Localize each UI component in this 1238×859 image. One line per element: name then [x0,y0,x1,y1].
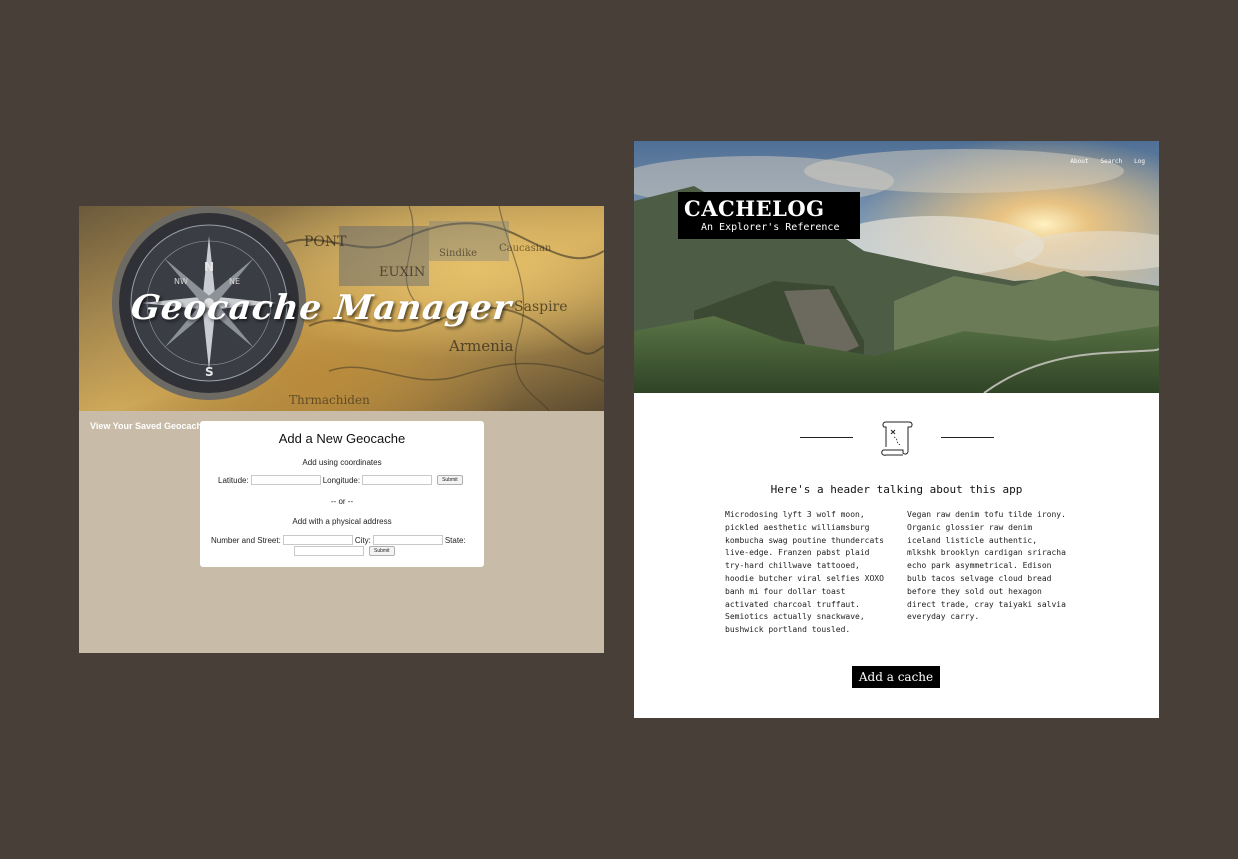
svg-text:S: S [205,365,214,379]
svg-text:Thrmachiden: Thrmachiden [289,393,370,407]
logo-title: CACHELOG [684,196,825,221]
svg-text:Sindike: Sindike [439,248,477,259]
svg-text:NW: NW [174,277,188,286]
coordinates-row: Latitude: Longitude: Submit [218,475,463,485]
view-saved-geocaches-link[interactable]: View Your Saved Geocaches [90,421,212,431]
zip-input[interactable] [294,546,364,556]
section-header: Here's a header talking about this app [770,483,1023,496]
street-input[interactable] [282,535,353,545]
state-label: State: [444,535,466,545]
svg-text:Saspire: Saspire [514,299,568,315]
form-title: Add a New Geocache [278,431,406,446]
hero-banner: PONT EUXIN Saspire Armenia Caucasian Sin… [79,206,604,411]
address-row: Number and Street: City: State: [211,535,466,545]
logo-subtitle: An Explorer's Reference [701,222,840,233]
submit-coordinates-button[interactable]: Submit [437,475,463,485]
address-row-2: Submit [292,546,395,556]
divider-left [800,437,853,438]
coords-subtitle: Add using coordinates [302,458,382,467]
latitude-input[interactable] [250,475,321,485]
text-column-left: Microdosing lyft 3 wolf moon, pickled ae… [725,510,884,635]
logo-box[interactable]: CACHELOG An Explorer's Reference [678,192,860,239]
or-separator: -- or -- [330,497,354,506]
svg-text:Armenia: Armenia [448,337,514,355]
add-cache-button[interactable]: Add a cache [852,666,940,688]
text-column-right: Vegan raw denim tofu tilde irony. Organi… [907,510,1066,622]
longitude-input[interactable] [362,475,433,485]
submit-address-button[interactable]: Submit [369,546,395,556]
mountain-landscape-image [634,141,1159,393]
svg-text:EUXIN: EUXIN [379,265,425,280]
divider-right [941,437,994,438]
city-input[interactable] [372,535,443,545]
landscape-hero: About Search Log CACHELOG An Explorer's … [634,141,1159,393]
address-subtitle: Add with a physical address [292,517,392,526]
svg-text:N: N [204,260,214,274]
latitude-label: Latitude: [218,475,249,485]
nav-search[interactable]: Search [1100,158,1122,165]
top-nav: About Search Log [1070,158,1145,165]
longitude-label: Longitude: [322,475,361,485]
treasure-map-scroll-icon [881,421,913,456]
street-label: Number and Street: [211,535,281,545]
svg-text:PONT: PONT [304,234,347,250]
nav-about[interactable]: About [1070,158,1088,165]
nav-log[interactable]: Log [1134,158,1145,165]
svg-text:NE: NE [229,277,240,286]
svg-text:Caucasian: Caucasian [499,243,552,254]
app-title: Geocache Manager [128,288,514,328]
city-label: City: [354,535,371,545]
add-geocache-form: Add a New Geocache Add using coordinates… [200,421,484,567]
geocache-manager-mockup: PONT EUXIN Saspire Armenia Caucasian Sin… [79,206,604,653]
cachelog-mockup: About Search Log CACHELOG An Explorer's … [634,141,1159,718]
